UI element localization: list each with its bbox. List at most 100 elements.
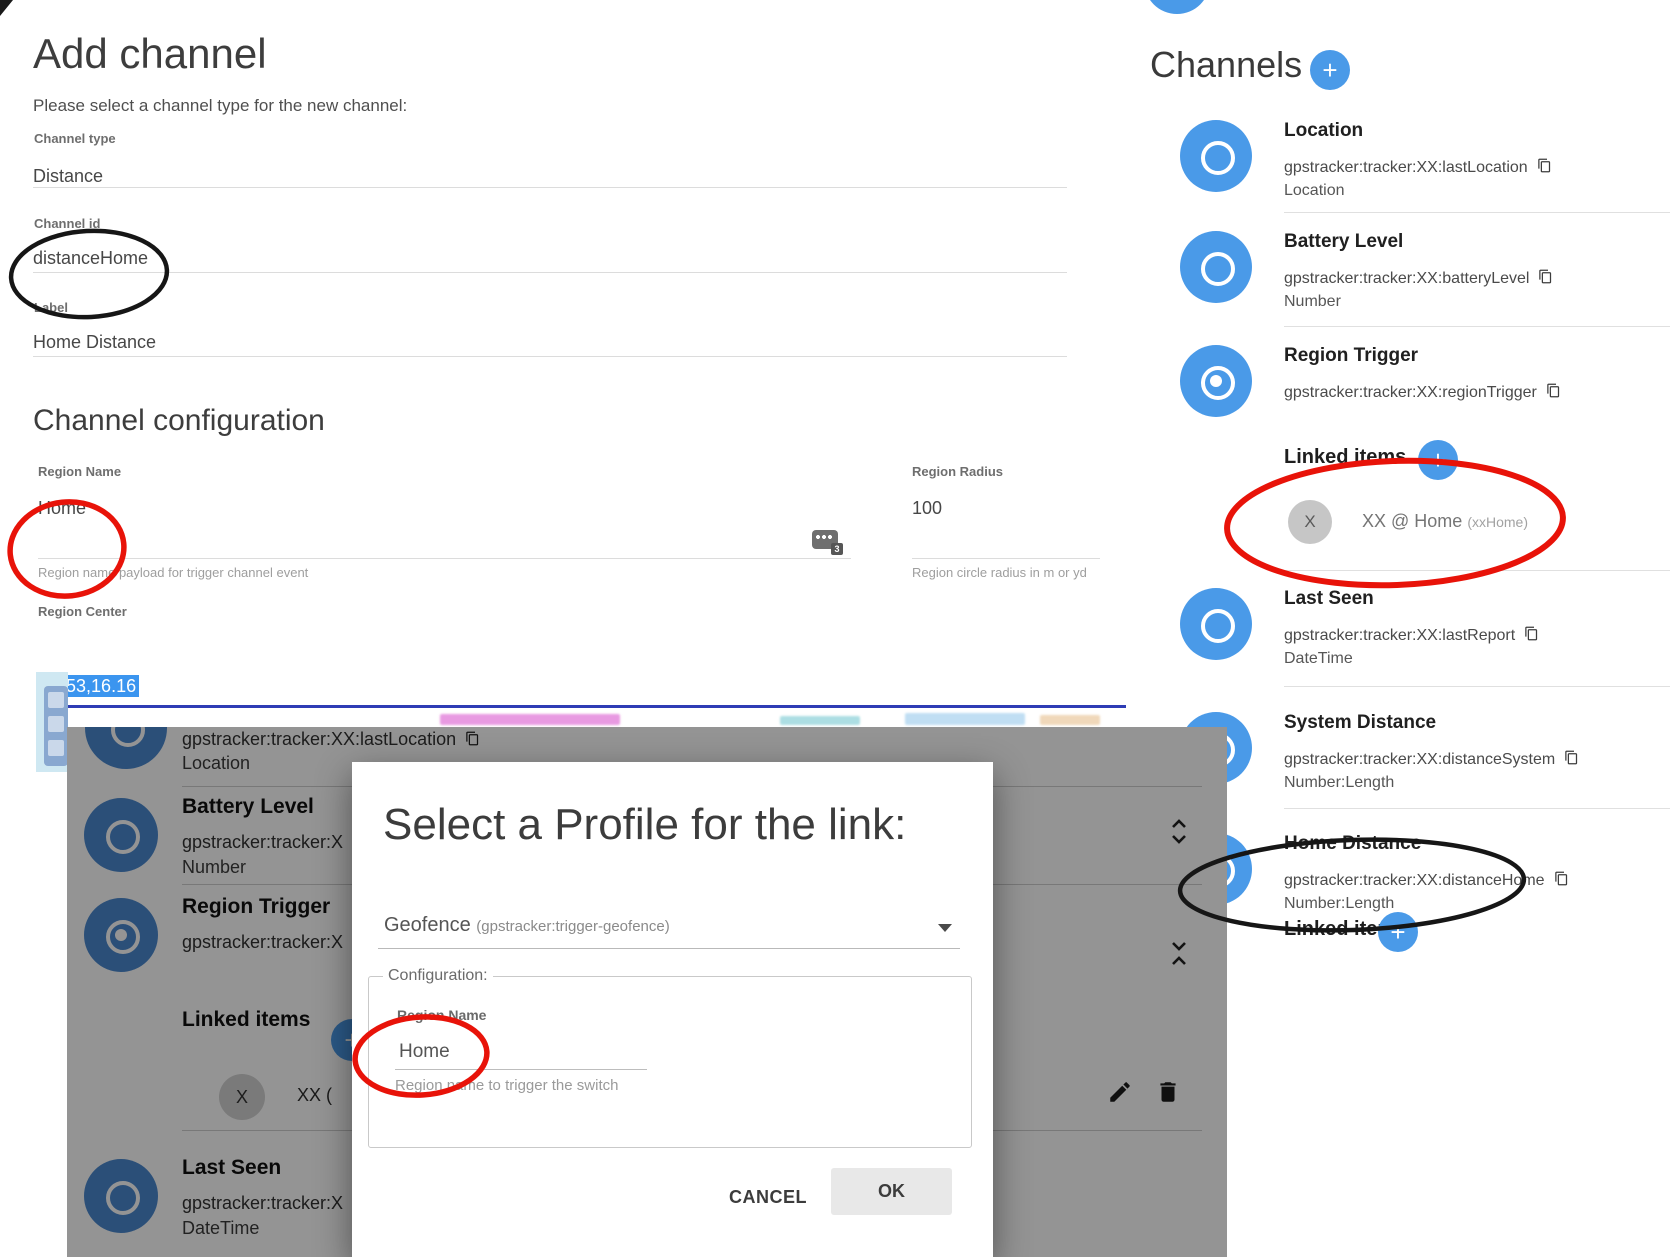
channel-type: Number:Length	[1284, 774, 1394, 792]
black-ellipse-channel-id	[9, 227, 169, 321]
channel-row-location[interactable]: Location gpstracker:tracker:XX:lastLocat…	[1180, 120, 1670, 212]
channel-row-battery[interactable]: Battery Level gpstracker:tracker:XX:batt…	[1180, 231, 1670, 323]
add-link-button[interactable]: +	[1418, 440, 1458, 480]
delete-icon[interactable]	[1155, 1079, 1181, 1105]
add-link-button[interactable]: +	[1378, 912, 1418, 952]
unfold-more-icon[interactable]	[1167, 817, 1191, 847]
label-label: Label	[34, 300, 68, 315]
channels-heading: Channels	[1150, 44, 1302, 86]
channel-uid: gpstracker:tracker:X	[182, 1193, 343, 1214]
map-label-fragment	[780, 716, 860, 725]
channel-type: Location	[182, 753, 250, 774]
label-input[interactable]: Home Distance	[33, 332, 156, 353]
divider	[1284, 808, 1670, 809]
channel-uid: gpstracker:tracker:XX:distanceHome	[1284, 870, 1569, 890]
channel-type: DateTime	[1284, 650, 1353, 668]
dropdown-arrow-icon[interactable]	[938, 924, 952, 932]
divider	[1284, 212, 1670, 213]
linked-item-id: (xxHome)	[1467, 514, 1528, 530]
channel-row-last-seen[interactable]: Last Seen gpstracker:tracker:XX:lastRepo…	[1180, 588, 1670, 680]
channel-uid: gpstracker:tracker:XX:batteryLevel	[1284, 268, 1553, 288]
channel-uid: gpstracker:tracker:XX:lastLocation	[1284, 157, 1552, 177]
unfold-less-icon[interactable]	[1167, 939, 1191, 969]
channel-type: Number	[1284, 293, 1341, 311]
channel-id-input[interactable]: distanceHome	[33, 248, 148, 269]
map-control[interactable]	[44, 686, 68, 766]
map-label-fragment	[905, 713, 1025, 725]
linked-items-heading: Linked items	[182, 1008, 310, 1032]
map-label-fragment	[1040, 715, 1100, 725]
region-radius-input[interactable]: 100	[912, 498, 942, 519]
region-name-hint: Region name payload for trigger channel …	[38, 565, 308, 580]
linked-items-heading: Linked items	[1284, 446, 1406, 469]
map-label-fragment	[440, 714, 620, 725]
channel-uid: gpstracker:tracker:XX:lastReport	[1284, 625, 1539, 645]
label-underline	[33, 356, 1067, 357]
linked-item-name: XX @ Home	[1362, 511, 1462, 531]
copy-icon[interactable]	[465, 730, 480, 747]
region-radius-underline	[912, 558, 1100, 559]
channel-row-home-distance[interactable]: Home Distance gpstracker:tracker:XX:dist…	[1180, 833, 1670, 925]
divider	[1284, 570, 1670, 571]
channel-id-underline	[33, 272, 1067, 273]
region-radius-hint: Region circle radius in m or yd	[912, 565, 1087, 580]
channel-id-label: Channel id	[34, 216, 100, 231]
page-subtitle: Please select a channel type for the new…	[33, 96, 407, 116]
add-channel-button[interactable]: +	[1310, 50, 1350, 90]
profile-select[interactable]: Geofence (gpstracker:trigger-geofence)	[384, 914, 670, 937]
region-name-underline	[38, 558, 851, 559]
uid-text: gpstracker:tracker:XX:lastLocation	[1284, 159, 1528, 176]
channel-state-icon	[84, 798, 158, 872]
region-name-input[interactable]: Home	[399, 1041, 450, 1063]
copy-icon[interactable]	[1537, 157, 1552, 174]
channel-title: Last Seen	[182, 1156, 281, 1180]
divider	[1284, 686, 1670, 687]
region-name-input[interactable]: Home	[38, 498, 86, 519]
linked-item-label: XX @ Home (xxHome)	[1362, 511, 1528, 532]
channel-state-icon	[84, 1159, 158, 1233]
linked-item-label: XX (	[297, 1085, 332, 1106]
edit-icon[interactable]	[1107, 1079, 1133, 1105]
item-avatar: X	[219, 1074, 265, 1120]
uid-text: gpstracker:tracker:XX:distanceSystem	[1284, 751, 1555, 768]
channel-type-value[interactable]: Distance	[33, 166, 103, 187]
channel-row-system-distance[interactable]: System Distance gpstracker:tracker:XX:di…	[1180, 712, 1670, 804]
cancel-button[interactable]: CANCEL	[708, 1174, 828, 1220]
uid-text: gpstracker:tracker:XX:batteryLevel	[1284, 270, 1529, 287]
partial-fab[interactable]	[1144, 0, 1210, 14]
configuration-fieldset: Configuration: Region Name Home Region n…	[368, 976, 972, 1148]
channel-type: Location	[1284, 182, 1345, 200]
linked-item-row[interactable]: X XX @ Home (xxHome)	[1288, 500, 1658, 546]
corner-artifact	[0, 0, 13, 16]
channel-uid: gpstracker:tracker:XX:lastLocation	[182, 729, 480, 750]
channel-state-icon	[1180, 231, 1252, 303]
page-title: Add channel	[33, 30, 267, 78]
keyboard-icon[interactable]: 3	[812, 530, 838, 549]
copy-icon[interactable]	[1538, 268, 1553, 285]
channel-trigger-icon	[1180, 345, 1252, 417]
channel-title: Battery Level	[1284, 231, 1403, 253]
input-underline	[395, 1069, 647, 1070]
channel-type-label: Channel type	[34, 131, 116, 146]
select-underline	[378, 948, 960, 949]
channel-uid: gpstracker:tracker:X	[182, 932, 343, 953]
profile-dialog: Select a Profile for the link: Geofence …	[352, 762, 993, 1257]
copy-icon[interactable]	[1524, 625, 1539, 642]
copy-icon[interactable]	[1554, 870, 1569, 887]
config-heading: Channel configuration	[33, 404, 325, 438]
channel-title: Battery Level	[182, 795, 314, 819]
copy-icon[interactable]	[1546, 382, 1561, 399]
channel-uid: gpstracker:tracker:XX:distanceSystem	[1284, 749, 1579, 769]
channel-type: Number:Length	[1284, 895, 1394, 913]
channel-type: Number	[182, 857, 246, 878]
channel-row-region-trigger[interactable]: Region Trigger gpstracker:tracker:XX:reg…	[1180, 345, 1670, 415]
channel-type: DateTime	[182, 1218, 259, 1239]
ok-button[interactable]: OK	[831, 1168, 952, 1215]
channel-uid: gpstracker:tracker:X	[182, 832, 343, 853]
copy-icon[interactable]	[1564, 749, 1579, 766]
divider	[1284, 326, 1670, 327]
channel-uid: gpstracker:tracker:XX:regionTrigger	[1284, 382, 1561, 402]
region-radius-label: Region Radius	[912, 464, 1003, 479]
channel-state-icon	[85, 727, 167, 769]
channel-state-icon	[1180, 120, 1252, 192]
